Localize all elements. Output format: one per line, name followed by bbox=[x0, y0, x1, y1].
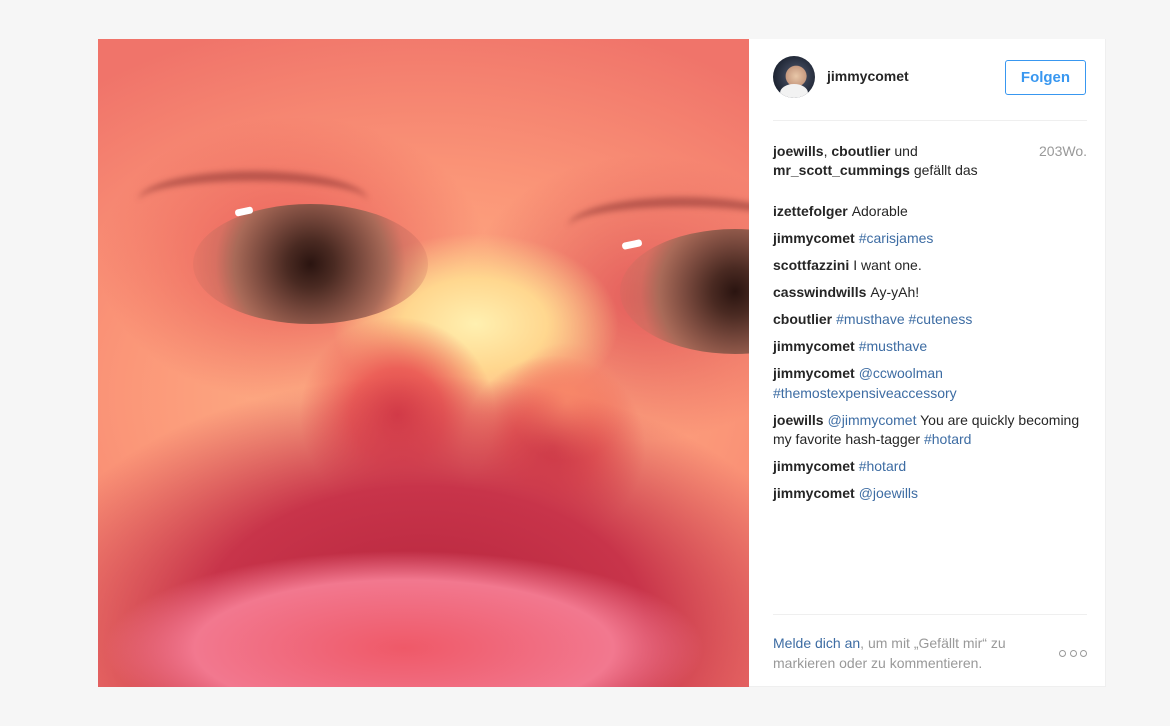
comment-item: jimmycomet #carisjames bbox=[773, 229, 1087, 249]
comment-item: scottfazzini I want one. bbox=[773, 256, 1087, 276]
likes-separator: und bbox=[890, 143, 918, 159]
comment-item: izettefolger Adorable bbox=[773, 202, 1087, 222]
comment-username[interactable]: jimmycomet bbox=[773, 365, 855, 381]
follow-button[interactable]: Folgen bbox=[1005, 60, 1086, 95]
comment-text: Adorable bbox=[851, 203, 908, 219]
comment-text: I want one. bbox=[853, 257, 922, 273]
post-footer: Melde dich an, um mit „Gefällt mir“ zu m… bbox=[773, 614, 1087, 687]
comment-username[interactable]: jimmycomet bbox=[773, 458, 855, 474]
comment-username[interactable]: scottfazzini bbox=[773, 257, 849, 273]
post-sidebar: jimmycomet Folgen joewills, cboutlier un… bbox=[749, 39, 1106, 687]
photo-detail bbox=[193, 204, 428, 324]
comment-username[interactable]: casswindwills bbox=[773, 284, 866, 300]
comment-item: joewills @jimmycomet You are quickly beco… bbox=[773, 411, 1087, 450]
comment-username[interactable]: jimmycomet bbox=[773, 485, 855, 501]
comment-item: jimmycomet #musthave bbox=[773, 337, 1087, 357]
login-link[interactable]: Melde dich an bbox=[773, 635, 860, 651]
post-age[interactable]: 203Wo. bbox=[1039, 142, 1087, 161]
comment-username[interactable]: joewills bbox=[773, 412, 824, 428]
comment-item: jimmycomet #hotard bbox=[773, 457, 1087, 477]
likes-summary: joewills, cboutlier und mr_scott_cumming… bbox=[773, 142, 1087, 180]
comment-hashtag[interactable]: #hotard bbox=[859, 458, 906, 474]
comment-list: izettefolger Adorable jimmycomet #carisjam… bbox=[773, 202, 1087, 511]
comment-username[interactable]: jimmycomet bbox=[773, 338, 855, 354]
user-avatar[interactable] bbox=[773, 56, 815, 98]
dot-icon bbox=[1059, 649, 1066, 657]
comment-username[interactable]: cboutlier bbox=[773, 311, 832, 327]
comment-username[interactable]: izettefolger bbox=[773, 203, 848, 219]
like-user-link[interactable]: cboutlier bbox=[831, 143, 890, 159]
comment-text: Ay-yAh! bbox=[870, 284, 920, 300]
dot-icon bbox=[1080, 649, 1087, 657]
comment-hashtag[interactable]: #musthave #cuteness bbox=[836, 311, 972, 327]
comment-mention[interactable]: @jimmycomet bbox=[828, 412, 917, 428]
post-author-username[interactable]: jimmycomet bbox=[827, 68, 909, 84]
more-options-icon[interactable] bbox=[1059, 647, 1087, 659]
comment-item: casswindwills Ay-yAh! bbox=[773, 283, 1087, 303]
login-prompt: Melde dich an, um mit „Gefällt mir“ zu m… bbox=[773, 633, 1053, 673]
post-header: jimmycomet Folgen bbox=[773, 39, 1087, 121]
likes-suffix: gefällt das bbox=[909, 162, 978, 178]
like-user-link[interactable]: joewills bbox=[773, 143, 824, 159]
like-user-link[interactable]: mr_scott_cummings bbox=[773, 162, 910, 178]
comment-item: jimmycomet @joewills bbox=[773, 484, 1087, 504]
comment-item: jimmycomet @ccwoolman #themostexpensiveac… bbox=[773, 364, 1087, 403]
comment-username[interactable]: jimmycomet bbox=[773, 230, 855, 246]
post-photo[interactable] bbox=[98, 39, 749, 687]
post-container: jimmycomet Folgen joewills, cboutlier un… bbox=[98, 39, 1106, 687]
comment-item: cboutlier #musthave #cuteness bbox=[773, 310, 1087, 330]
comment-hashtag[interactable]: #hotard bbox=[924, 431, 971, 447]
comment-hashtag[interactable]: #musthave bbox=[859, 338, 927, 354]
dot-icon bbox=[1069, 649, 1077, 657]
comment-hashtag[interactable]: #carisjames bbox=[859, 230, 934, 246]
comment-mention[interactable]: @joewills bbox=[859, 485, 918, 501]
